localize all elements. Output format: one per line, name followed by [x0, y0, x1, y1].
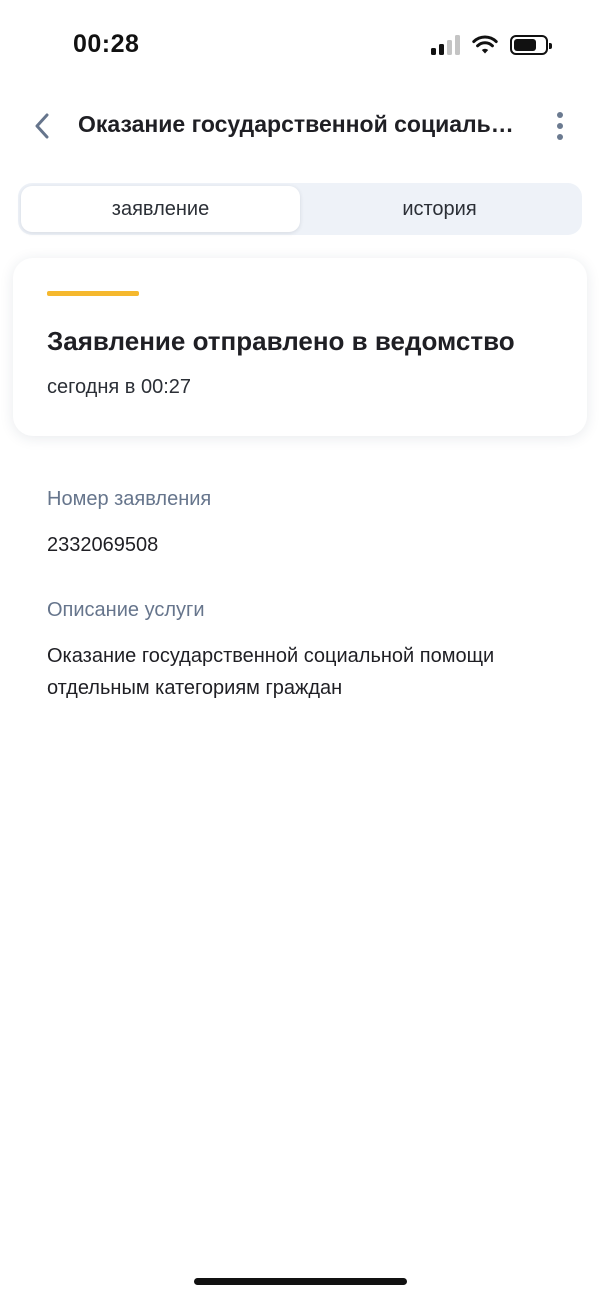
chevron-left-icon	[35, 113, 49, 139]
status-date: сегодня в 00:27	[47, 376, 191, 398]
wifi-icon	[472, 35, 498, 54]
signal-icon	[431, 35, 460, 55]
more-vertical-icon	[557, 112, 563, 118]
screen: 00:28 Оказание государственной социальн …	[0, 0, 600, 1299]
status-bar: 00:28	[0, 0, 600, 90]
tab-application[interactable]: заявление	[21, 186, 300, 232]
status-title: Заявление отправлено в ведомство	[47, 326, 515, 356]
tab-history[interactable]: история	[300, 186, 579, 232]
home-indicator[interactable]	[194, 1278, 407, 1285]
status-accent-bar	[47, 291, 139, 296]
status-icons	[431, 33, 552, 57]
status-time: 00:28	[73, 30, 140, 58]
service-description-line1: Оказание государственной социальной помо…	[47, 645, 495, 667]
segmented-tabs: заявление история	[18, 183, 582, 235]
status-card: Заявление отправлено в ведомство сегодня…	[13, 258, 587, 436]
page-title: Оказание государственной социальной помо…	[78, 111, 516, 137]
more-options-button[interactable]	[544, 106, 576, 146]
header: Оказание государственной социальной помо…	[0, 96, 600, 156]
service-description-label: Описание услуги	[47, 599, 205, 621]
battery-icon	[510, 35, 552, 55]
back-button[interactable]	[22, 106, 62, 146]
application-number-label: Номер заявления	[47, 488, 212, 510]
service-description-line2: отдельным категориям граждан	[47, 677, 343, 699]
application-number-value: 2332069508	[47, 534, 159, 556]
